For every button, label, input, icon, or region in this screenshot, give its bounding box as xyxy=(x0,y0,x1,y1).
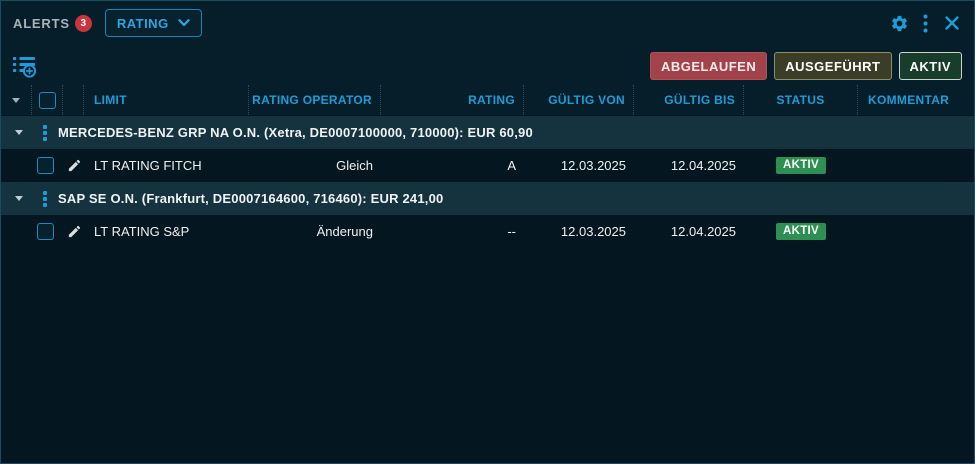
cell-kommentar xyxy=(866,215,966,248)
filter-aktiv-button[interactable]: AKTIV xyxy=(899,52,963,80)
alert-count-badge: 3 xyxy=(75,15,92,32)
column-header-gueltig-bis[interactable]: GÜLTIG BIS xyxy=(634,85,744,115)
column-header-kommentar[interactable]: KOMMENTAR xyxy=(858,85,975,115)
add-alert-icon[interactable] xyxy=(13,54,36,83)
table-row: LT RATING S&P Änderung -- 12.03.2025 12.… xyxy=(1,215,974,248)
cell-rating-operator: Änderung xyxy=(249,215,373,248)
cell-gueltig-bis: 12.04.2025 xyxy=(634,215,736,248)
collapse-group-caret[interactable] xyxy=(15,130,23,135)
caret-down-icon xyxy=(12,98,20,103)
rating-view-dropdown[interactable]: RATING xyxy=(105,9,202,37)
filter-abgelaufen-button[interactable]: ABGELAUFEN xyxy=(650,52,767,80)
edit-pencil-icon[interactable] xyxy=(67,158,82,178)
rating-view-dropdown-value: RATING xyxy=(117,16,169,31)
filter-ausgefuehrt-button[interactable]: AUSGEFÜHRT xyxy=(774,52,891,80)
status-badge: AKTIV xyxy=(776,223,826,241)
cell-limit: LT RATING S&P xyxy=(94,215,249,248)
group-kebab-menu-icon[interactable] xyxy=(43,191,47,207)
group-label: MERCEDES-BENZ GRP NA O.N. (Xetra, DE0007… xyxy=(58,116,533,149)
row-checkbox[interactable] xyxy=(37,157,54,174)
edit-pencil-icon[interactable] xyxy=(67,224,82,244)
select-all-checkbox[interactable] xyxy=(39,92,56,109)
status-badge: AKTIV xyxy=(776,157,826,175)
kebab-menu-icon[interactable] xyxy=(923,14,928,33)
cell-gueltig-von: 12.03.2025 xyxy=(524,215,626,248)
column-header-limit[interactable]: LIMIT xyxy=(84,85,249,115)
chevron-down-icon xyxy=(178,19,190,27)
status-filter-group: ABGELAUFEN AUSGEFÜHRT AKTIV xyxy=(650,52,962,80)
column-header-rating-operator[interactable]: RATING OPERATOR xyxy=(249,85,381,115)
cell-gueltig-bis: 12.04.2025 xyxy=(634,149,736,182)
row-checkbox[interactable] xyxy=(37,223,54,240)
page-title: ALERTS xyxy=(13,16,70,31)
column-header-gueltig-von[interactable]: GÜLTIG VON xyxy=(524,85,634,115)
collapse-group-caret[interactable] xyxy=(15,196,23,201)
table-header: LIMIT RATING OPERATOR RATING GÜLTIG VON … xyxy=(1,85,974,115)
table-row: LT RATING FITCH Gleich A 12.03.2025 12.0… xyxy=(1,149,974,182)
edit-column-header xyxy=(63,85,84,115)
select-all-checkbox-cell xyxy=(32,85,63,115)
group-kebab-menu-icon[interactable] xyxy=(43,125,47,141)
collapse-all-caret[interactable] xyxy=(1,85,32,115)
close-icon[interactable] xyxy=(944,15,960,31)
titlebar: ALERTS 3 RATING xyxy=(1,1,974,45)
cell-gueltig-von: 12.03.2025 xyxy=(524,149,626,182)
cell-kommentar xyxy=(866,149,966,182)
cell-status: AKTIV xyxy=(744,149,858,182)
alerts-window: ALERTS 3 RATING xyxy=(0,0,975,464)
group-row: MERCEDES-BENZ GRP NA O.N. (Xetra, DE0007… xyxy=(1,116,974,149)
cell-rating: -- xyxy=(381,215,516,248)
group-label: SAP SE O.N. (Frankfurt, DE0007164600, 71… xyxy=(58,182,443,215)
group-row: SAP SE O.N. (Frankfurt, DE0007164600, 71… xyxy=(1,182,974,215)
cell-rating-operator: Gleich xyxy=(249,149,373,182)
column-header-rating[interactable]: RATING xyxy=(381,85,524,115)
cell-rating: A xyxy=(381,149,516,182)
column-header-status[interactable]: STATUS xyxy=(744,85,858,115)
cell-limit: LT RATING FITCH xyxy=(94,149,249,182)
toolbar: ABGELAUFEN AUSGEFÜHRT AKTIV xyxy=(1,45,974,85)
cell-status: AKTIV xyxy=(744,215,858,248)
gear-icon[interactable] xyxy=(890,14,909,33)
